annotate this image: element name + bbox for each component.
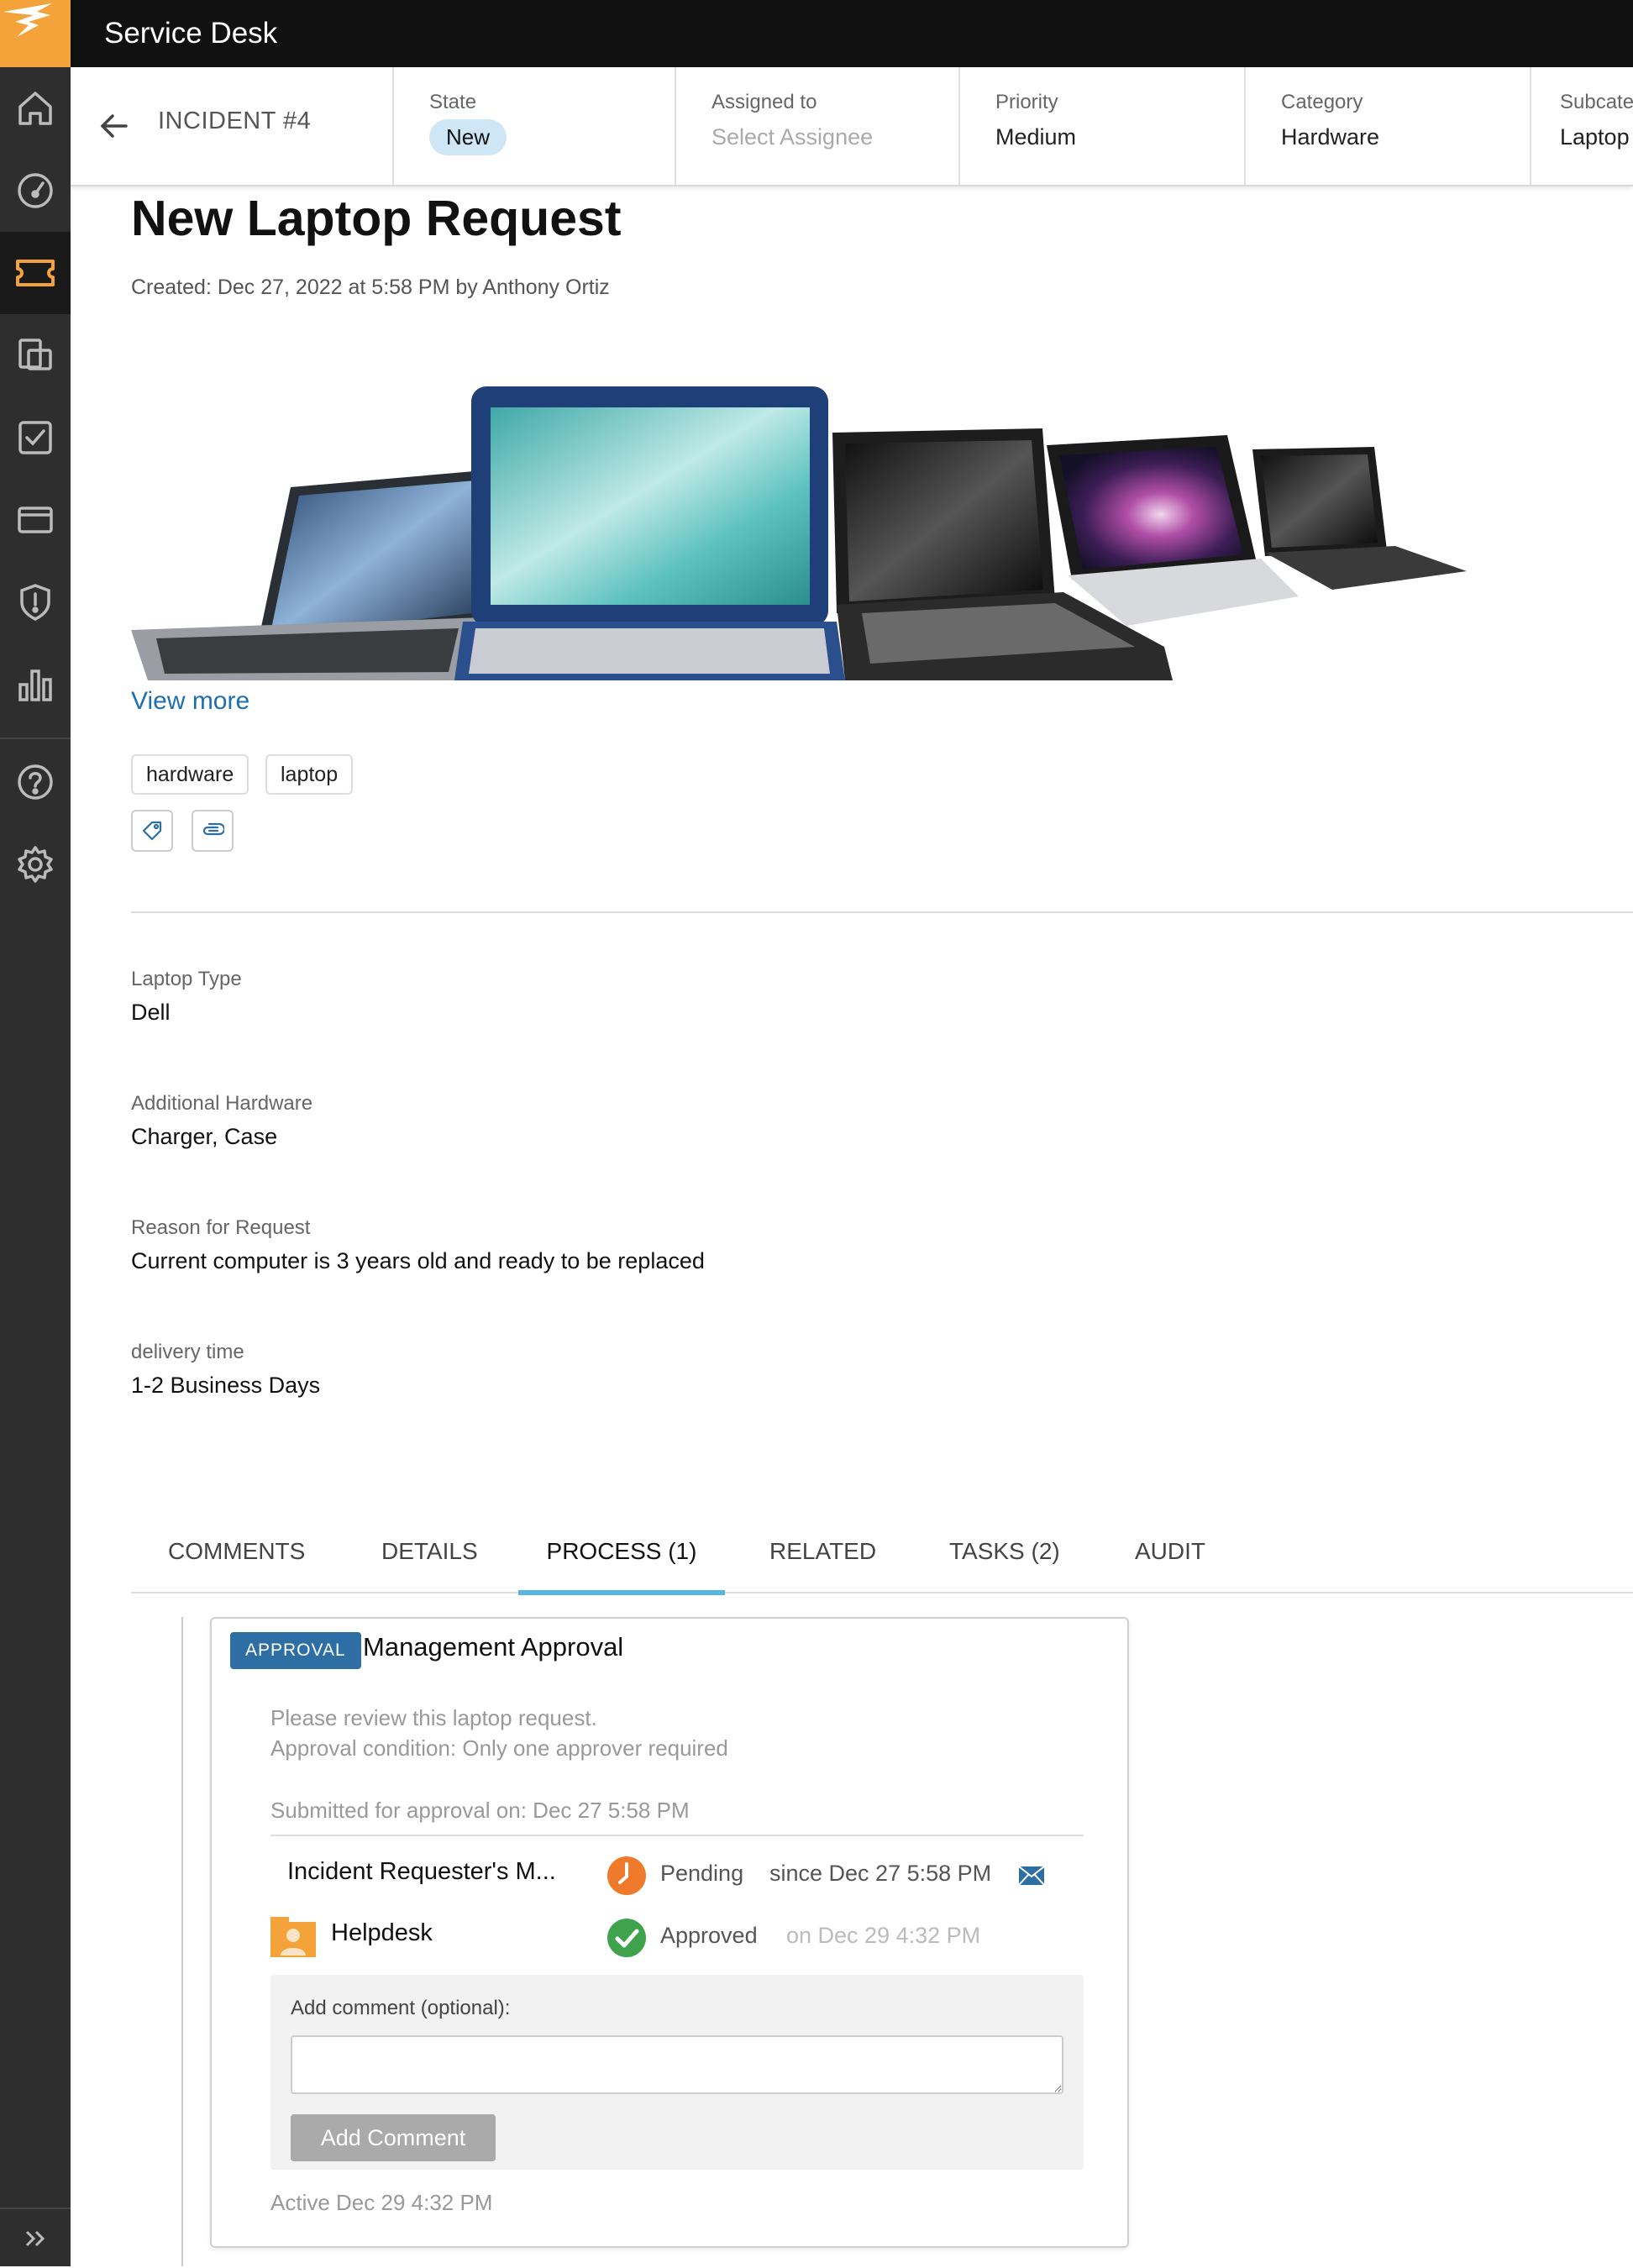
sidebar-item-tickets[interactable] xyxy=(0,232,71,314)
approver-status: Pending xyxy=(660,1861,744,1886)
field-label-additional-hardware: Additional Hardware xyxy=(131,1092,313,1115)
category-field[interactable]: Category Hardware xyxy=(1244,67,1531,185)
subcategory-value[interactable]: Laptop xyxy=(1560,124,1630,150)
brand-logo[interactable] xyxy=(0,0,71,67)
assigned-to-label: Assigned to xyxy=(711,91,817,113)
card-icon xyxy=(18,507,53,533)
sidebar xyxy=(0,67,71,2266)
approver-status-time: on Dec 29 4:32 PM xyxy=(786,1923,981,1948)
approver-status: Approved xyxy=(660,1923,758,1948)
assigned-to-field[interactable]: Assigned to Select Assignee xyxy=(675,67,960,185)
add-comment-button[interactable]: Add Comment xyxy=(291,2114,496,2161)
dashboard-icon xyxy=(18,173,53,208)
tab-tasks[interactable]: TASKS (2) xyxy=(949,1538,1060,1590)
add-attachment-button[interactable] xyxy=(192,810,234,852)
comment-panel: Add comment (optional): Add Comment xyxy=(270,1975,1084,2170)
sidebar-item-reports[interactable] xyxy=(0,643,71,726)
sidebar-item-home[interactable] xyxy=(0,67,71,150)
approval-submitted: Submitted for approval on: Dec 27 5:58 P… xyxy=(270,1798,690,1823)
sidebar-item-tasks[interactable] xyxy=(0,396,71,479)
field-value-delivery-time: 1-2 Business Days xyxy=(131,1373,321,1398)
ticket-icon xyxy=(16,260,55,286)
state-field[interactable]: State New xyxy=(392,67,676,185)
tab-related[interactable]: RELATED xyxy=(769,1538,876,1590)
field-value-additional-hardware: Charger, Case xyxy=(131,1124,278,1149)
approval-badge: APPROVAL xyxy=(230,1632,361,1669)
approval-card: APPROVAL Management Approval Please revi… xyxy=(210,1617,1129,2248)
check-icon xyxy=(607,1919,646,1957)
approval-description: Please review this laptop request. xyxy=(270,1705,597,1730)
field-label-reason: Reason for Request xyxy=(131,1216,311,1239)
incident-header: INCIDENT #4 State New Assigned to Select… xyxy=(71,67,1633,186)
state-value[interactable]: New xyxy=(429,119,507,155)
view-more-link[interactable]: View more xyxy=(131,687,249,716)
subcategory-field[interactable]: Subcate Laptop xyxy=(1530,67,1633,185)
field-value-reason: Current computer is 3 years old and read… xyxy=(131,1248,705,1273)
sidebar-item-settings[interactable] xyxy=(0,823,71,906)
mail-icon[interactable] xyxy=(1018,1866,1045,1886)
field-label-laptop-type: Laptop Type xyxy=(131,968,242,990)
approver-status-time: since Dec 27 5:58 PM xyxy=(769,1861,992,1886)
clock-icon xyxy=(607,1856,646,1895)
ticket-tabs: COMMENTS DETAILS PROCESS (1) RELATED TAS… xyxy=(131,1525,1633,1595)
category-value[interactable]: Hardware xyxy=(1281,124,1379,150)
approval-condition: Approval condition: Only one approver re… xyxy=(270,1735,728,1761)
priority-label: Priority xyxy=(995,91,1058,113)
section-divider xyxy=(131,911,1633,913)
logo-icon xyxy=(3,3,52,37)
sidebar-item-risk[interactable] xyxy=(0,561,71,643)
add-tag-button[interactable] xyxy=(131,810,173,852)
double-chevron-right-icon xyxy=(25,2230,45,2247)
assets-icon xyxy=(18,339,52,370)
approval-title: Management Approval xyxy=(363,1632,624,1662)
approver-name: Incident Requester's M... xyxy=(287,1858,556,1885)
priority-value[interactable]: Medium xyxy=(995,124,1076,150)
tasks-icon xyxy=(18,421,52,454)
sidebar-item-assets[interactable] xyxy=(0,314,71,396)
app-title: Service Desk xyxy=(104,17,278,50)
incident-id: INCIDENT #4 xyxy=(158,108,312,134)
sidebar-separator xyxy=(0,738,71,739)
approval-separator xyxy=(270,1835,1084,1836)
comment-input[interactable] xyxy=(291,2035,1063,2094)
process-timeline xyxy=(181,1617,183,2266)
laptops-image xyxy=(131,386,1467,680)
priority-field[interactable]: Priority Medium xyxy=(958,67,1246,185)
top-bar: Service Desk xyxy=(0,0,1633,67)
sidebar-expand-button[interactable] xyxy=(0,2208,71,2268)
help-icon xyxy=(18,764,53,800)
created-info: Created: Dec 27, 2022 at 5:58 PM by Anth… xyxy=(131,276,610,299)
field-label-delivery-time: delivery time xyxy=(131,1341,244,1363)
tab-details[interactable]: DETAILS xyxy=(381,1538,478,1590)
tab-comments[interactable]: COMMENTS xyxy=(168,1538,305,1590)
comment-label: Add comment (optional): xyxy=(291,1997,511,2019)
sidebar-item-contracts[interactable] xyxy=(0,479,71,561)
reports-icon xyxy=(18,669,52,701)
page-title: New Laptop Request xyxy=(131,191,622,246)
sidebar-item-dashboard[interactable] xyxy=(0,150,71,232)
back-arrow-icon[interactable] xyxy=(97,111,131,141)
paperclip-icon xyxy=(202,822,224,836)
gear-icon xyxy=(18,846,53,883)
category-label: Category xyxy=(1281,91,1363,113)
tab-process[interactable]: PROCESS (1) xyxy=(518,1538,725,1595)
approver-name: Helpdesk xyxy=(331,1919,433,1946)
assignee-select[interactable]: Select Assignee xyxy=(711,124,873,150)
approval-active-time: Active Dec 29 4:32 PM xyxy=(270,2190,493,2215)
shield-icon xyxy=(20,584,50,621)
tag-hardware[interactable]: hardware xyxy=(131,754,249,795)
tab-audit[interactable]: AUDIT xyxy=(1134,1538,1206,1590)
subcategory-label: Subcate xyxy=(1560,91,1633,113)
home-icon xyxy=(18,92,52,125)
tag-laptop[interactable]: laptop xyxy=(265,754,354,795)
state-label: State xyxy=(429,91,477,113)
group-avatar-icon xyxy=(270,1917,316,1957)
tag-icon xyxy=(142,821,162,841)
field-value-laptop-type: Dell xyxy=(131,1000,171,1025)
sidebar-item-help[interactable] xyxy=(0,741,71,823)
